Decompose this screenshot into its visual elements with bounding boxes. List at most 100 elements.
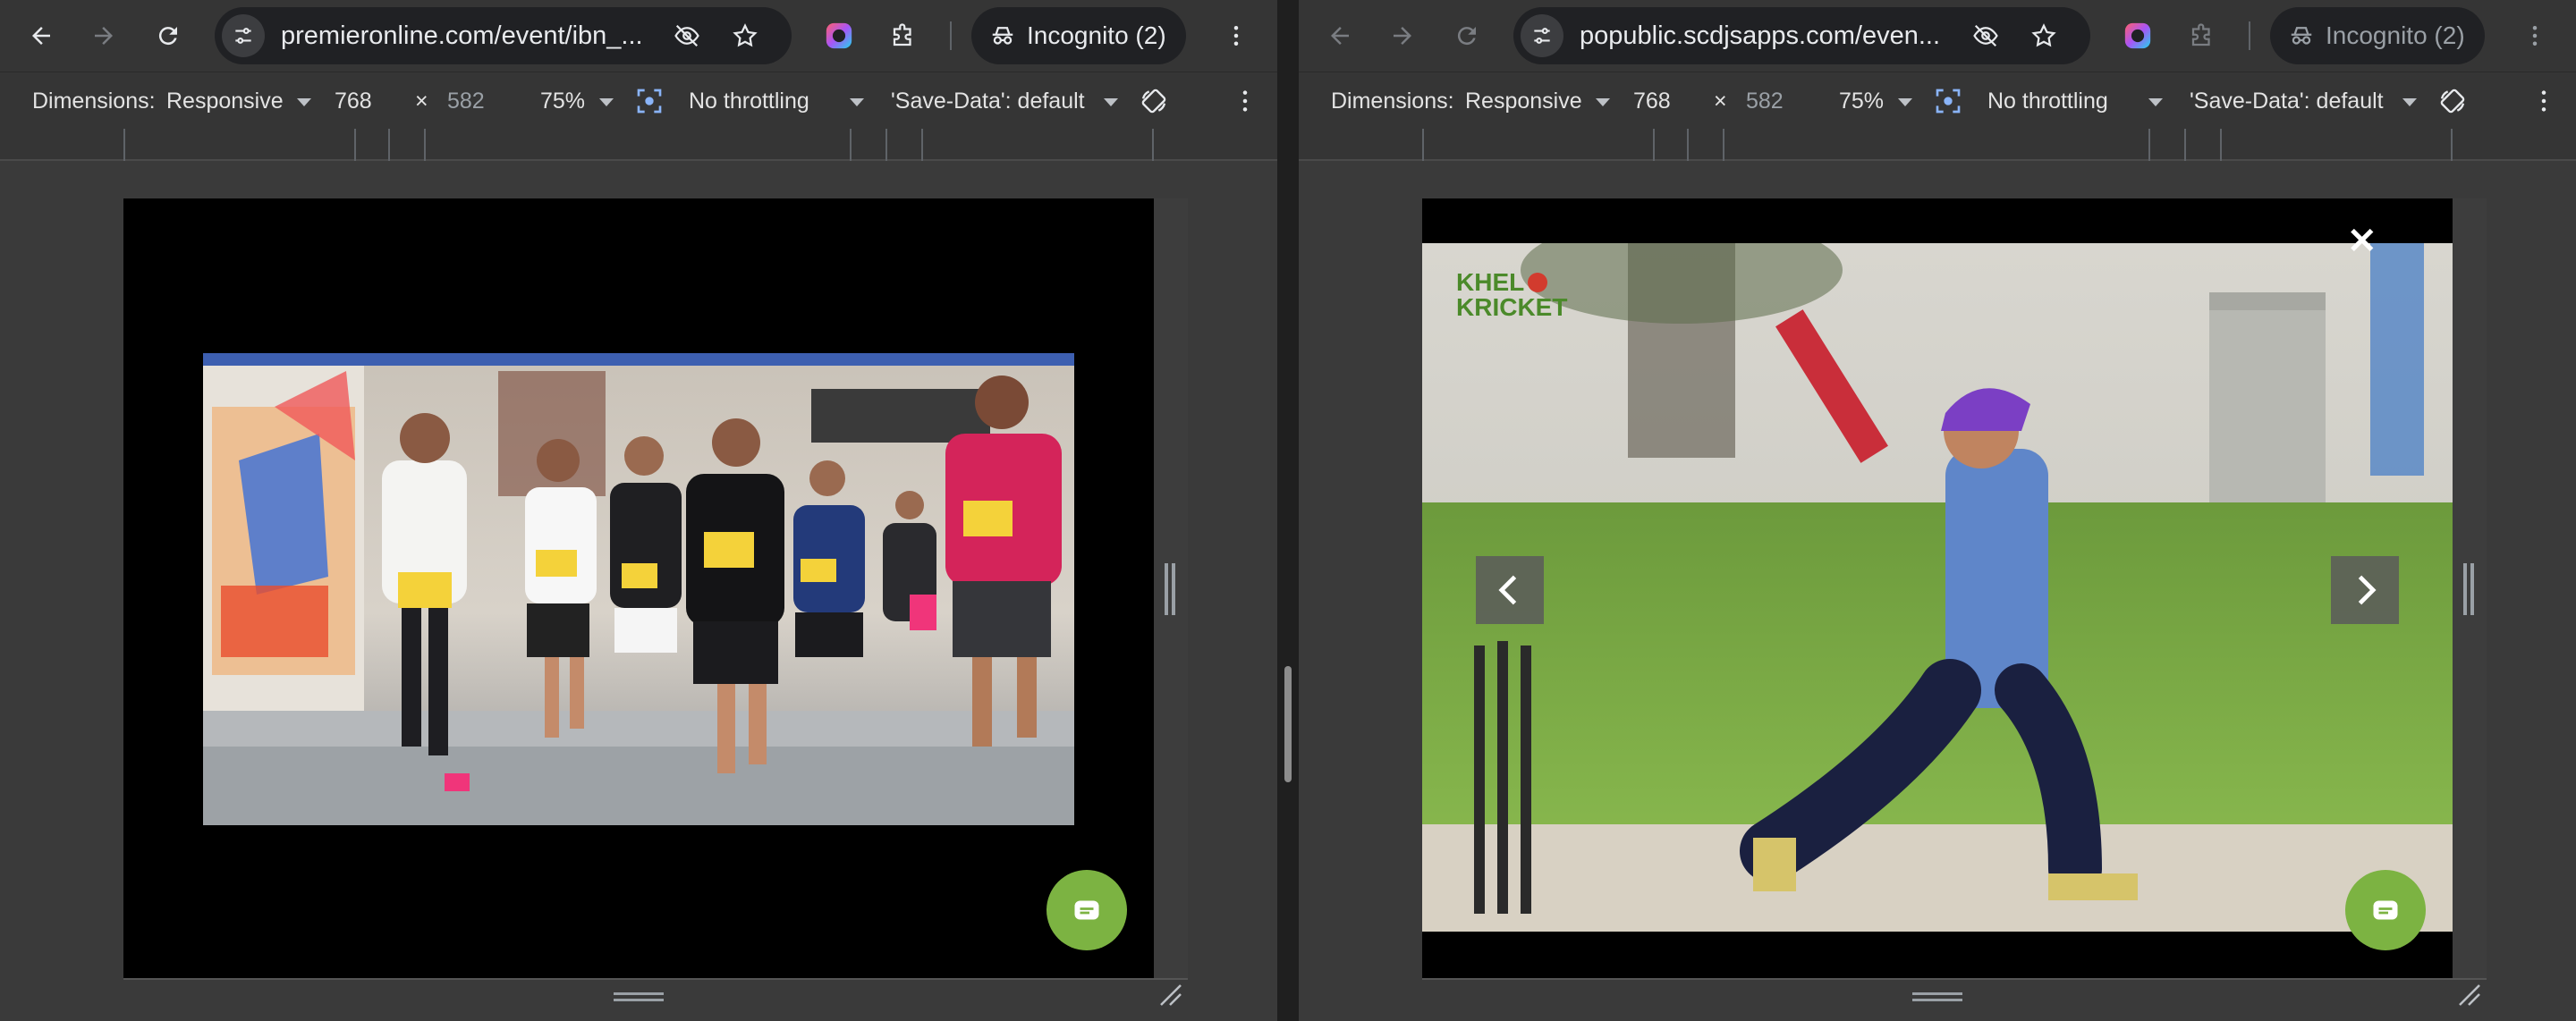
- incognito-button[interactable]: Incognito (2): [2270, 7, 2485, 64]
- throttling-caret-icon: [2148, 98, 2163, 106]
- resize-handle-bottom[interactable]: [614, 992, 664, 1001]
- reload-icon: [158, 27, 177, 46]
- address-bar[interactable]: popublic.scdjsapps.com/even...: [1513, 7, 2090, 64]
- media-query-ruler[interactable]: [1299, 129, 2576, 161]
- chevron-right-icon: [2358, 575, 2377, 605]
- address-bar[interactable]: premieronline.com/event/ibn_...: [215, 7, 792, 64]
- throttling-select[interactable]: No throttling: [689, 72, 809, 130]
- url-text: popublic.scdjsapps.com/even...: [1580, 21, 1940, 50]
- site-info-button[interactable]: [1521, 14, 1563, 57]
- extensions-puzzle-icon[interactable]: [886, 18, 921, 54]
- times-sign: ×: [415, 89, 428, 114]
- chevron-left-icon: [1498, 575, 1517, 605]
- page-viewport: KHEL KRICKET ✕: [1422, 198, 2453, 978]
- forward-button[interactable]: [84, 16, 123, 55]
- device-caret-icon: [297, 98, 311, 106]
- throttling-caret-icon: [850, 98, 864, 106]
- device-toolbar: Dimensions: Responsive 768 × 582 75% No …: [0, 72, 1277, 129]
- resize-handle-right[interactable]: [2463, 563, 2476, 615]
- resize-handle-bottom[interactable]: [1912, 992, 1962, 1001]
- back-button[interactable]: [21, 16, 61, 55]
- extensions-puzzle-icon[interactable]: [2184, 18, 2220, 54]
- close-lightbox-button[interactable]: ✕: [2347, 224, 2377, 259]
- bookmark-star-icon[interactable]: [2028, 20, 2060, 52]
- next-image-button[interactable]: [2331, 556, 2399, 624]
- chat-launcher-button[interactable]: [1046, 870, 1127, 950]
- device-select[interactable]: Responsive: [166, 72, 284, 130]
- forward-arrow-icon: [95, 27, 113, 45]
- tune-icon: [1534, 28, 1550, 44]
- height-input[interactable]: 582: [1746, 72, 1784, 130]
- reload-button[interactable]: [148, 16, 188, 55]
- media-query-ruler[interactable]: [0, 129, 1277, 161]
- screen: premieronline.com/event/ibn_... Incognit…: [0, 0, 2576, 1021]
- browser-menu-icon[interactable]: [1218, 18, 1254, 54]
- eye-off-icon[interactable]: [1970, 20, 2002, 52]
- screenshot-capture-icon[interactable]: [635, 87, 664, 115]
- zoom-caret-icon: [1898, 98, 1912, 106]
- tune-icon: [235, 28, 251, 44]
- zoom-caret-icon: [599, 98, 614, 106]
- times-sign: ×: [1714, 89, 1727, 114]
- zoom-select[interactable]: 75%: [1839, 72, 1884, 130]
- watermark-line2: KRICKET: [1456, 293, 1568, 321]
- reload-button[interactable]: [1447, 16, 1487, 55]
- resize-corner-icon[interactable]: [2458, 983, 2481, 1007]
- forward-button[interactable]: [1383, 16, 1422, 55]
- window-divider[interactable]: [1277, 0, 1299, 1021]
- cricket-photo: [1422, 243, 2453, 932]
- prev-image-button[interactable]: [1476, 556, 1544, 624]
- color-extension-icon[interactable]: [2120, 18, 2156, 54]
- page-viewport: [123, 198, 1154, 978]
- dimensions-label: Dimensions:: [1331, 89, 1454, 114]
- save-data-caret-icon: [1104, 98, 1118, 106]
- url-text: premieronline.com/event/ibn_...: [281, 21, 643, 50]
- devtools-more-icon[interactable]: [2529, 87, 2558, 115]
- height-input[interactable]: 582: [447, 72, 485, 130]
- chat-bubble-icon: [1074, 900, 1099, 920]
- save-data-caret-icon: [2402, 98, 2417, 106]
- toolbar-separator: [950, 21, 952, 50]
- browser-toolbar: popublic.scdjsapps.com/even... Incognito…: [1299, 0, 2576, 72]
- browser-window-left: premieronline.com/event/ibn_... Incognit…: [0, 0, 1277, 1021]
- resize-handle-right[interactable]: [1165, 563, 1177, 615]
- back-arrow-icon: [32, 27, 50, 45]
- watermark-logo: KHEL KRICKET: [1456, 270, 1567, 320]
- device-select[interactable]: Responsive: [1465, 72, 1582, 130]
- device-toolbar: Dimensions: Responsive 768 × 582 75% No …: [1299, 72, 2576, 129]
- race-photo: [203, 353, 1074, 825]
- eye-off-icon[interactable]: [671, 20, 703, 52]
- toolbar-separator: [2249, 21, 2250, 50]
- back-button[interactable]: [1320, 16, 1360, 55]
- width-input[interactable]: 768: [335, 72, 372, 130]
- rotate-icon[interactable]: [1140, 87, 1168, 115]
- incognito-button[interactable]: Incognito (2): [971, 7, 1186, 64]
- rotate-icon[interactable]: [2438, 87, 2467, 115]
- browser-toolbar: premieronline.com/event/ibn_... Incognit…: [0, 0, 1277, 72]
- reload-icon: [1457, 27, 1476, 46]
- resize-corner-icon[interactable]: [1159, 983, 1182, 1007]
- device-caret-icon: [1596, 98, 1610, 106]
- back-arrow-icon: [1331, 27, 1349, 45]
- color-extension-icon[interactable]: [821, 18, 857, 54]
- save-data-select[interactable]: 'Save-Data': default: [2190, 72, 2384, 130]
- incognito-icon: [992, 27, 1013, 45]
- chat-bubble-icon: [2373, 900, 2398, 920]
- screenshot-capture-icon[interactable]: [1934, 87, 1962, 115]
- devtools-more-icon[interactable]: [1231, 87, 1259, 115]
- width-input[interactable]: 768: [1633, 72, 1671, 130]
- forward-arrow-icon: [1394, 27, 1411, 45]
- browser-menu-icon[interactable]: [2517, 18, 2553, 54]
- throttling-select[interactable]: No throttling: [1987, 72, 2108, 130]
- watermark-line1: KHEL: [1456, 268, 1525, 296]
- dimensions-label: Dimensions:: [32, 89, 156, 114]
- save-data-select[interactable]: 'Save-Data': default: [891, 72, 1085, 130]
- site-info-button[interactable]: [222, 14, 265, 57]
- incognito-icon: [2291, 27, 2312, 45]
- chat-launcher-button[interactable]: [2345, 870, 2426, 950]
- zoom-select[interactable]: 75%: [540, 72, 585, 130]
- bookmark-star-icon[interactable]: [729, 20, 761, 52]
- incognito-label: Incognito (2): [1027, 21, 1166, 49]
- incognito-label: Incognito (2): [2326, 21, 2465, 49]
- browser-window-right: popublic.scdjsapps.com/even... Incognito…: [1299, 0, 2576, 1021]
